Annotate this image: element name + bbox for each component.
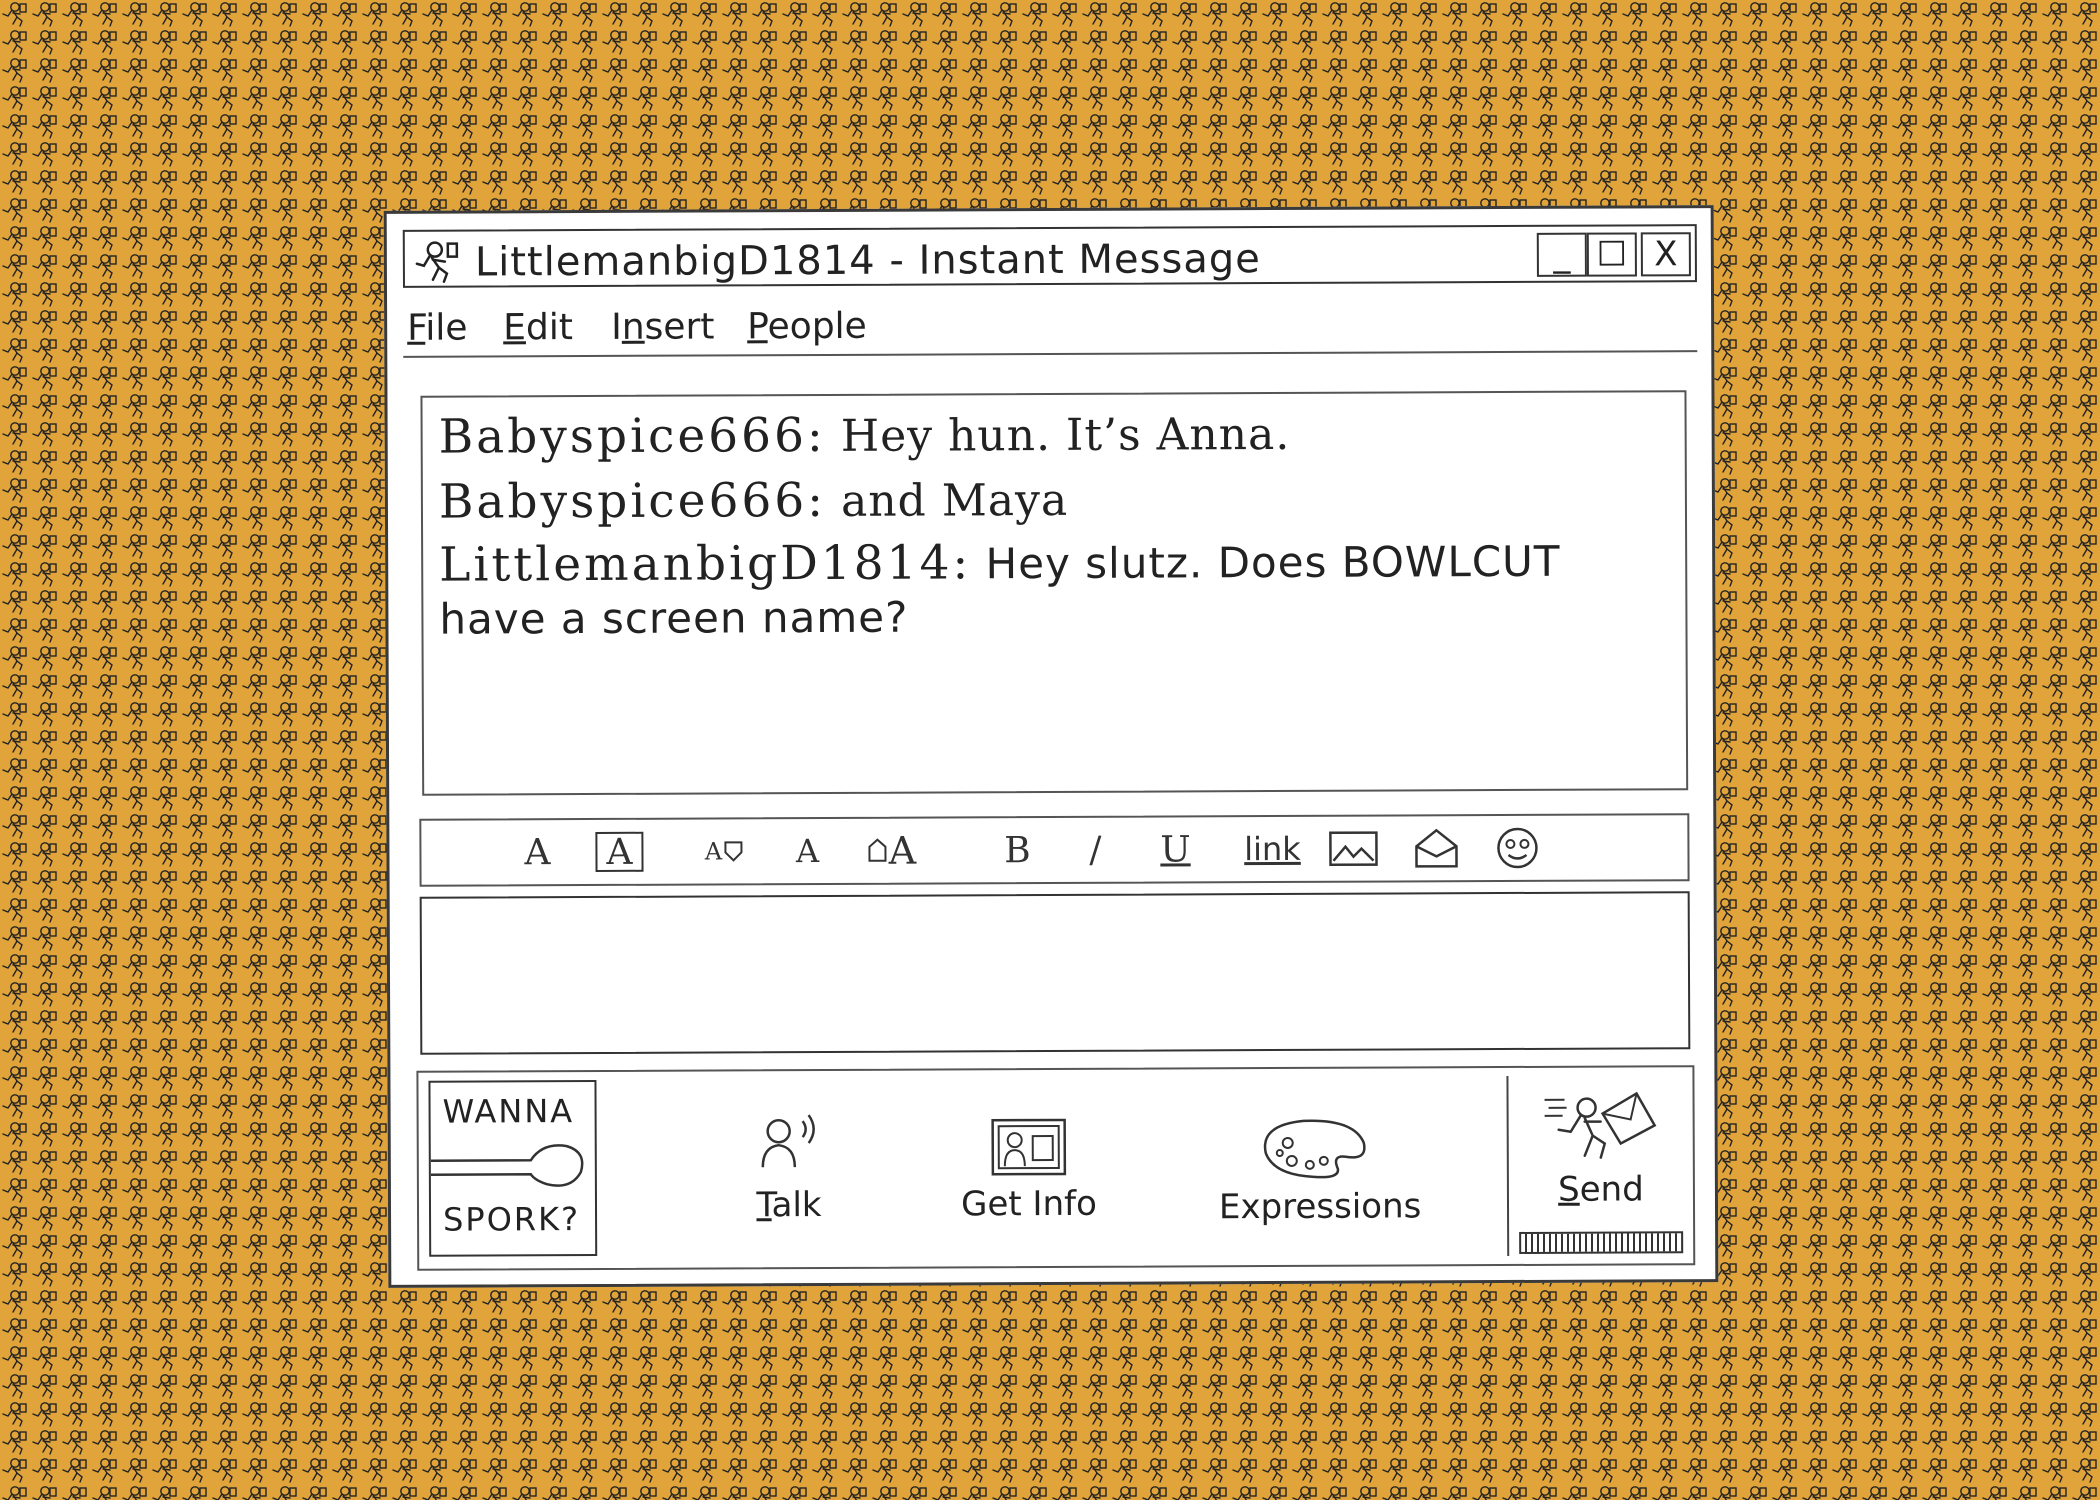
- link-icon[interactable]: link: [1237, 825, 1307, 873]
- get-info-button[interactable]: Get Info: [959, 1114, 1099, 1225]
- send-divider: [1506, 1076, 1510, 1257]
- text-bigger-icon[interactable]: A: [861, 827, 921, 875]
- menu-insert[interactable]: Insert: [611, 306, 714, 347]
- underline-icon[interactable]: U: [1155, 825, 1195, 873]
- menu-insert-first: I: [611, 306, 622, 348]
- send-accel: S: [1558, 1169, 1580, 1210]
- menu-insert-accel: n: [621, 306, 645, 348]
- expressions-label: Expressions: [1218, 1186, 1422, 1228]
- message-text: Hey hun. It’s Anna.: [825, 408, 1291, 462]
- drop-down-shape: [724, 841, 743, 862]
- sender-name: Babyspice666:: [438, 472, 827, 530]
- menu-file-accel: F: [407, 307, 426, 349]
- menu-edit-accel: E: [503, 307, 527, 349]
- normal-size-icon[interactable]: A: [787, 827, 827, 875]
- talk-rest: alk: [771, 1185, 822, 1226]
- message-text: Hey slutz. Does BOWLCUT: [971, 536, 1561, 589]
- sender-name: LittlemanbigD1814:: [439, 535, 972, 593]
- send-label: Send: [1531, 1169, 1671, 1210]
- window-title: LittlemanbigD1814 - Instant Message: [474, 236, 1261, 286]
- chat-message: Babyspice666: and Maya: [439, 465, 1669, 535]
- maximize-button[interactable]: ☐: [1586, 232, 1637, 277]
- send-status-bar: [1519, 1231, 1684, 1254]
- send-button[interactable]: Send: [1530, 1085, 1671, 1210]
- menu-file-label: ile: [425, 307, 468, 349]
- ad-text-top: WANNA: [442, 1092, 575, 1131]
- action-bar: WANNA SPORK? Talk Get Info Expressions S…: [416, 1065, 1696, 1271]
- chat-history[interactable]: Babyspice666: Hey hun. It’s Anna. Babysp…: [420, 390, 1689, 796]
- send-rest: end: [1579, 1169, 1644, 1210]
- talk-label: Talk: [739, 1185, 839, 1225]
- image-icon[interactable]: [1327, 825, 1379, 873]
- talk-accel: T: [756, 1185, 772, 1226]
- bold-icon[interactable]: B: [997, 826, 1037, 874]
- menu-insert-label: sert: [644, 306, 715, 348]
- palette-icon: [1263, 1119, 1366, 1179]
- ad-text-bottom: SPORK?: [442, 1200, 581, 1239]
- format-toolbar: A A A A A B / U link: [419, 813, 1690, 887]
- menu-file[interactable]: File: [407, 308, 467, 349]
- running-man-icon: [415, 241, 459, 283]
- italic-icon[interactable]: /: [1075, 826, 1115, 874]
- message-text-continuation: have a screen name?: [439, 592, 909, 644]
- send-icon: [1544, 1091, 1657, 1159]
- chat-message: LittlemanbigD1814: Hey slutz. Does BOWLC…: [439, 534, 1669, 645]
- menu-bar: File Edit Insert People: [403, 288, 1698, 358]
- expressions-button[interactable]: Expressions: [1218, 1112, 1422, 1228]
- instant-message-window: LittlemanbigD1814 - Instant Message _ ☐ …: [383, 205, 1719, 1288]
- menu-edit-label: dit: [525, 307, 573, 349]
- sender-name: Babyspice666:: [438, 407, 826, 465]
- talk-icon: [761, 1114, 815, 1168]
- font-color-icon[interactable]: A: [517, 828, 557, 876]
- title-bar[interactable]: LittlemanbigD1814 - Instant Message _ ☐ …: [402, 224, 1697, 288]
- talk-button[interactable]: Talk: [739, 1111, 839, 1225]
- text-smaller-letter: A: [704, 837, 723, 866]
- get-info-icon: [991, 1118, 1067, 1176]
- spoon-icon: [430, 1144, 584, 1187]
- message-input[interactable]: [419, 891, 1691, 1055]
- smiley-icon[interactable]: [1493, 824, 1541, 872]
- menu-edit[interactable]: Edit: [503, 307, 573, 348]
- text-smaller-icon[interactable]: A: [697, 827, 751, 875]
- up-shape: [868, 838, 887, 862]
- email-icon[interactable]: [1411, 824, 1461, 872]
- close-button[interactable]: X: [1640, 232, 1691, 277]
- minimize-button[interactable]: _: [1536, 232, 1587, 277]
- menu-people[interactable]: People: [747, 306, 867, 348]
- spork-ad-banner[interactable]: WANNA SPORK?: [428, 1079, 598, 1257]
- background-color-icon[interactable]: A: [595, 831, 644, 872]
- text-bigger-letter: A: [888, 828, 917, 873]
- get-info-label: Get Info: [961, 1183, 1097, 1225]
- menu-people-label: eople: [767, 305, 867, 348]
- chat-message: Babyspice666: Hey hun. It’s Anna.: [439, 400, 1669, 470]
- menu-people-accel: P: [747, 306, 768, 348]
- message-text: and Maya: [825, 474, 1069, 527]
